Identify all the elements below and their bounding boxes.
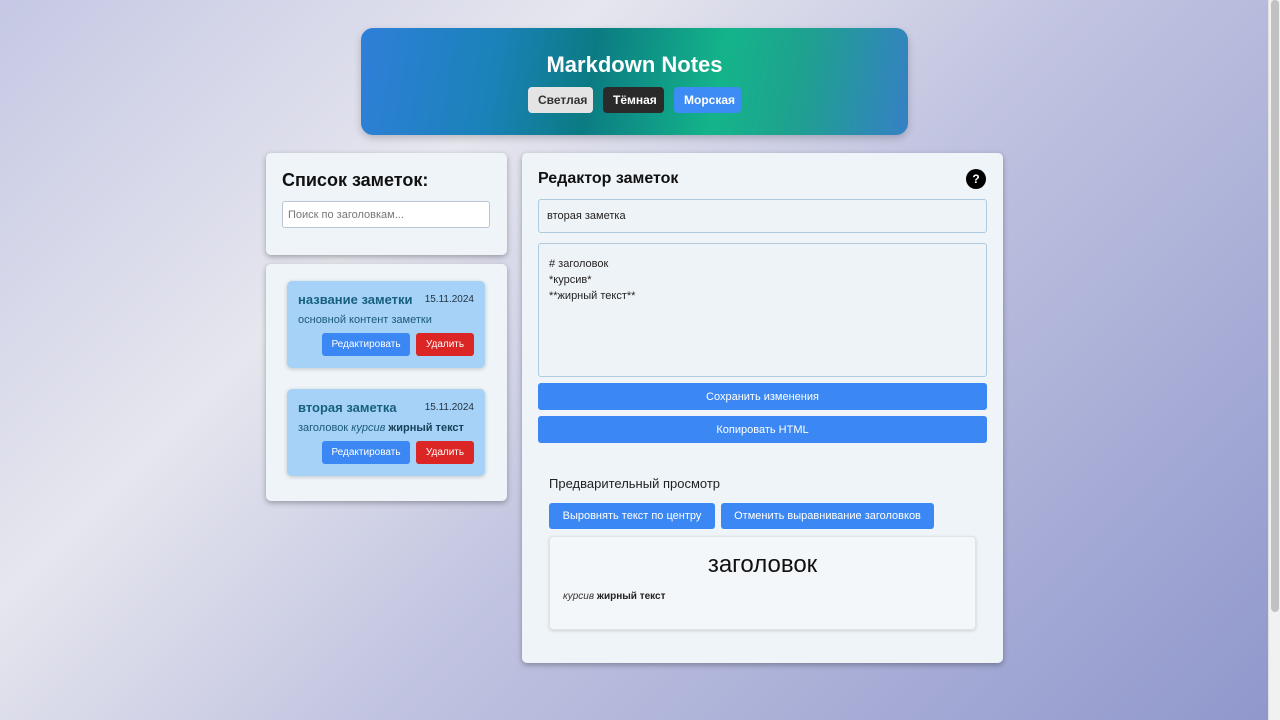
markdown-preview: заголовок курсив жирный текст (549, 536, 976, 630)
delete-note-button[interactable]: Удалить (416, 333, 474, 356)
app-title: Markdown Notes (546, 52, 723, 77)
edit-note-button[interactable]: Редактировать (322, 333, 410, 356)
preview-body: курсив жирный текст (563, 591, 666, 602)
note-title-input[interactable] (538, 199, 987, 233)
search-input[interactable] (282, 201, 490, 228)
preview-heading: заголовок (707, 551, 818, 578)
editor-heading: Редактор заметок (538, 170, 679, 187)
notes-list-header-panel: Список заметок: (266, 153, 507, 255)
note-title: название заметки (298, 292, 413, 307)
note-preview: основной контент заметки (298, 314, 432, 326)
preview-bold: жирный текст (596, 591, 666, 602)
theme-switcher: Светлая Тёмная Морская (361, 87, 908, 113)
note-editor-panel: Редактор заметок ? # заголовок *курсив* … (522, 153, 1003, 663)
app-header: Markdown Notes Светлая Тёмная Морская (361, 28, 908, 135)
unalign-headings-button[interactable]: Отменить выравнивание заголовков (721, 503, 934, 529)
note-content-textarea[interactable]: # заголовок *курсив* **жирный текст** (538, 243, 987, 377)
theme-light-button[interactable]: Светлая (528, 87, 593, 113)
page-scrollbar[interactable] (1268, 0, 1280, 720)
preview-italic: курсив (563, 591, 595, 602)
copy-html-button[interactable]: Копировать HTML (538, 416, 987, 443)
notes-list-panel: название заметки 15.11.2024 основной кон… (266, 264, 507, 501)
help-button[interactable]: ? (966, 169, 986, 189)
save-changes-button[interactable]: Сохранить изменения (538, 383, 987, 410)
delete-note-button[interactable]: Удалить (416, 441, 474, 464)
scrollbar-thumb[interactable] (1271, 0, 1279, 612)
preview-label: Предварительный просмотр (549, 476, 721, 491)
note-preview-italic: курсив (351, 422, 386, 434)
notes-list-heading: Список заметок: (282, 170, 429, 190)
note-title: вторая заметка (298, 400, 397, 415)
note-preview-bold: жирный текст (388, 422, 464, 434)
note-card[interactable]: вторая заметка 15.11.2024 заголовок курс… (287, 389, 485, 476)
note-preview: заголовок курсив жирный текст (298, 422, 464, 434)
note-preview-text: заголовок (298, 422, 349, 434)
note-card[interactable]: название заметки 15.11.2024 основной кон… (287, 281, 485, 368)
edit-note-button[interactable]: Редактировать (322, 441, 410, 464)
center-text-button[interactable]: Выровнять текст по центру (549, 503, 715, 529)
theme-sea-button[interactable]: Морская (674, 87, 741, 113)
theme-dark-button[interactable]: Тёмная (603, 87, 664, 113)
note-date: 15.11.2024 (424, 294, 474, 305)
note-date: 15.11.2024 (424, 402, 474, 413)
